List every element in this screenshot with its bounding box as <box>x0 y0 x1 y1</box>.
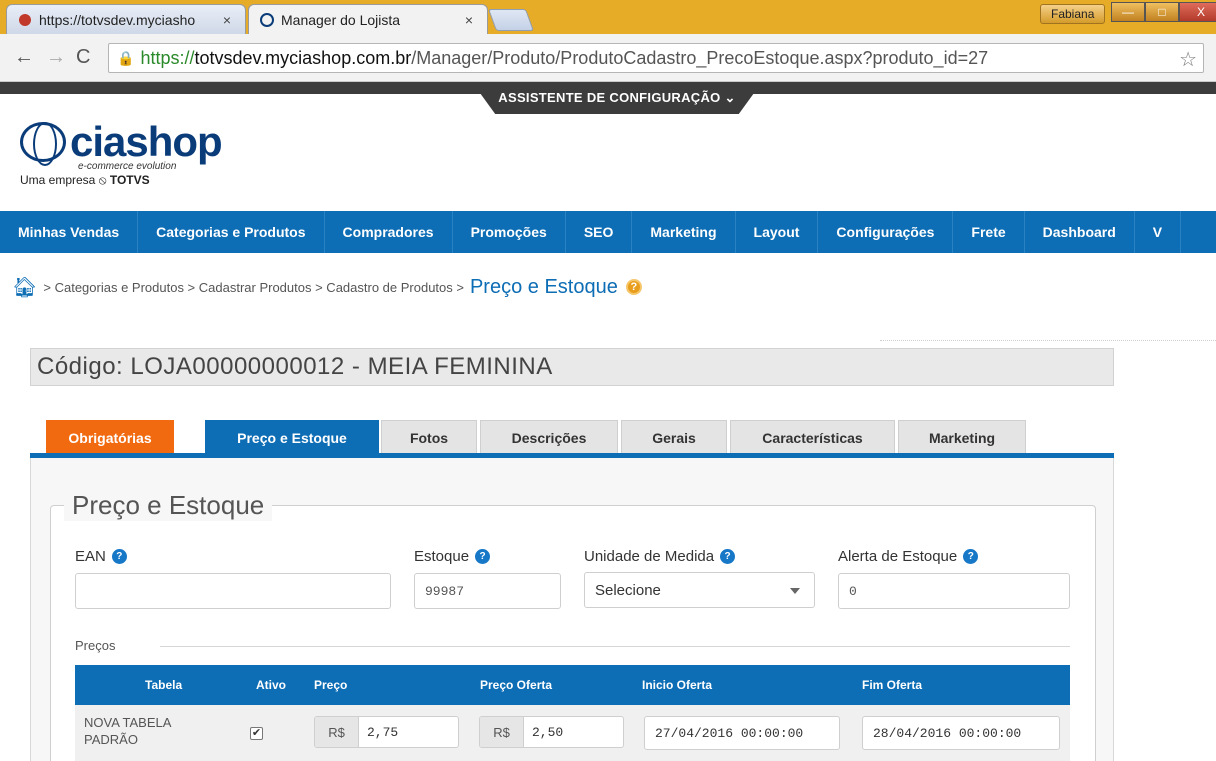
alerta-input[interactable]: 0 <box>838 573 1070 609</box>
ciashop-favicon-icon <box>259 12 275 28</box>
nav-item-overflow[interactable]: V <box>1135 211 1182 253</box>
tab-marketing[interactable]: Marketing <box>898 420 1026 454</box>
ciashop-logo[interactable]: ciashop e-commerce evolution Uma empresa… <box>20 118 230 188</box>
currency-addon: R$ <box>315 717 359 747</box>
nav-item-layout[interactable]: Layout <box>736 211 819 253</box>
tab-obrigatorias[interactable]: Obrigatórias <box>46 420 174 454</box>
new-tab-button[interactable] <box>487 9 535 31</box>
setup-assistant-toggle[interactable]: ASSISTENTE DE CONFIGURAÇÃO ⌄ <box>472 82 762 114</box>
tabela-name: NOVA TABELA PADRÃO <box>84 715 171 747</box>
forward-arrow-icon[interactable]: → <box>46 46 66 69</box>
nav-item-frete[interactable]: Frete <box>953 211 1025 253</box>
tab-gerais[interactable]: Gerais <box>621 420 727 454</box>
browser-tab-active[interactable]: Manager do Lojista × <box>248 4 488 34</box>
estoque-label: Estoque? <box>414 548 491 565</box>
tab-preco-estoque[interactable]: Preço e Estoque <box>205 420 379 454</box>
help-icon[interactable]: ? <box>720 549 736 564</box>
window-close-button[interactable]: X <box>1179 2 1216 22</box>
currency-addon: R$ <box>480 717 524 747</box>
nav-item-seo[interactable]: SEO <box>566 211 633 253</box>
ean-input[interactable] <box>75 573 391 609</box>
breadcrumb-current: Preço e Estoque <box>469 275 618 298</box>
lock-icon: 🔒 <box>117 49 135 66</box>
divider <box>880 340 1216 341</box>
close-icon[interactable]: × <box>219 12 235 28</box>
nav-item-dashboard[interactable]: Dashboard <box>1025 211 1135 253</box>
unidade-select[interactable]: Selecione <box>584 572 815 608</box>
product-code-title: Código: LOJA00000000012 - MEIA FEMININA <box>30 348 1114 386</box>
col-fim-oferta: Fim Oferta <box>862 678 923 692</box>
nav-item-minhas-vendas[interactable]: Minhas Vendas <box>0 211 139 253</box>
alerta-label: Alerta de Estoque? <box>838 548 979 565</box>
chrome-error-icon <box>17 12 33 28</box>
ativo-checkbox[interactable]: ✔ <box>250 727 263 740</box>
help-icon[interactable]: ? <box>111 549 127 564</box>
breadcrumb-path[interactable]: > Categorias e Produtos > Cadastrar Prod… <box>43 280 464 295</box>
browser-toolbar: ← → C 🔒 https:// totvsdev.myciashop.com.… <box>0 34 1216 82</box>
globe-icon <box>20 122 66 166</box>
col-inicio-oferta: Inicio Oferta <box>642 678 713 692</box>
minimize-button[interactable]: — <box>1111 2 1145 22</box>
col-preco-oferta: Preço Oferta <box>480 678 553 692</box>
preco-oferta-input[interactable]: R$ 2,50 <box>479 716 624 748</box>
breadcrumb: 🏠︎ > Categorias e Produtos > Cadastrar P… <box>12 275 642 300</box>
precos-table-header: Tabela Ativo Preço Preço Oferta Inicio O… <box>75 665 1070 705</box>
col-tabela: Tabela <box>145 678 183 692</box>
nav-item-configuracoes[interactable]: Configurações <box>818 211 954 253</box>
browser-tab-inactive[interactable]: https://totvsdev.myciasho × <box>6 4 246 34</box>
col-ativo: Ativo <box>256 678 286 692</box>
back-arrow-icon[interactable]: ← <box>14 46 34 69</box>
address-bar[interactable]: 🔒 https:// totvsdev.myciashop.com.br /Ma… <box>108 43 1204 73</box>
nav-item-marketing[interactable]: Marketing <box>632 211 736 253</box>
main-nav: Minhas Vendas Categorias e Produtos Comp… <box>0 211 1216 253</box>
browser-tabstrip: https://totvsdev.myciasho × Manager do L… <box>0 0 1216 34</box>
tab-descricoes[interactable]: Descrições <box>480 420 618 454</box>
inicio-oferta-input[interactable]: 27/04/2016 00:00:00 <box>644 716 840 750</box>
browser-tab-title: https://totvsdev.myciasho <box>39 11 196 28</box>
nav-item-categorias[interactable]: Categorias e Produtos <box>138 211 325 253</box>
divider <box>160 646 1070 647</box>
nav-item-promocoes[interactable]: Promoções <box>453 211 566 253</box>
help-icon[interactable]: ? <box>475 549 491 564</box>
home-icon[interactable]: 🏠︎ <box>12 275 37 300</box>
ean-label: EAN? <box>75 548 127 565</box>
estoque-input[interactable]: 99987 <box>414 573 561 609</box>
bookmark-star-icon[interactable]: ☆ <box>1179 47 1197 72</box>
chevron-down-icon <box>790 588 800 594</box>
tab-fotos[interactable]: Fotos <box>381 420 477 454</box>
reload-icon[interactable]: C <box>76 46 90 69</box>
section-title: Preço e Estoque <box>64 490 273 521</box>
maximize-button[interactable]: □ <box>1145 2 1179 22</box>
precos-title: Preços <box>75 638 116 653</box>
preco-input[interactable]: R$ 2,75 <box>314 716 459 748</box>
fim-oferta-input[interactable]: 28/04/2016 00:00:00 <box>862 716 1060 750</box>
tab-caracteristicas[interactable]: Características <box>730 420 895 454</box>
help-icon[interactable]: ? <box>963 549 979 564</box>
profile-badge[interactable]: Fabiana <box>1040 4 1106 24</box>
unidade-label: Unidade de Medida? <box>584 548 736 565</box>
nav-item-compradores[interactable]: Compradores <box>325 211 453 253</box>
col-preco: Preço <box>314 678 348 692</box>
close-icon[interactable]: × <box>461 12 477 28</box>
window-controls: — □ X <box>1111 2 1216 22</box>
help-icon[interactable]: ? <box>625 279 642 295</box>
browser-tab-title: Manager do Lojista <box>281 11 401 28</box>
